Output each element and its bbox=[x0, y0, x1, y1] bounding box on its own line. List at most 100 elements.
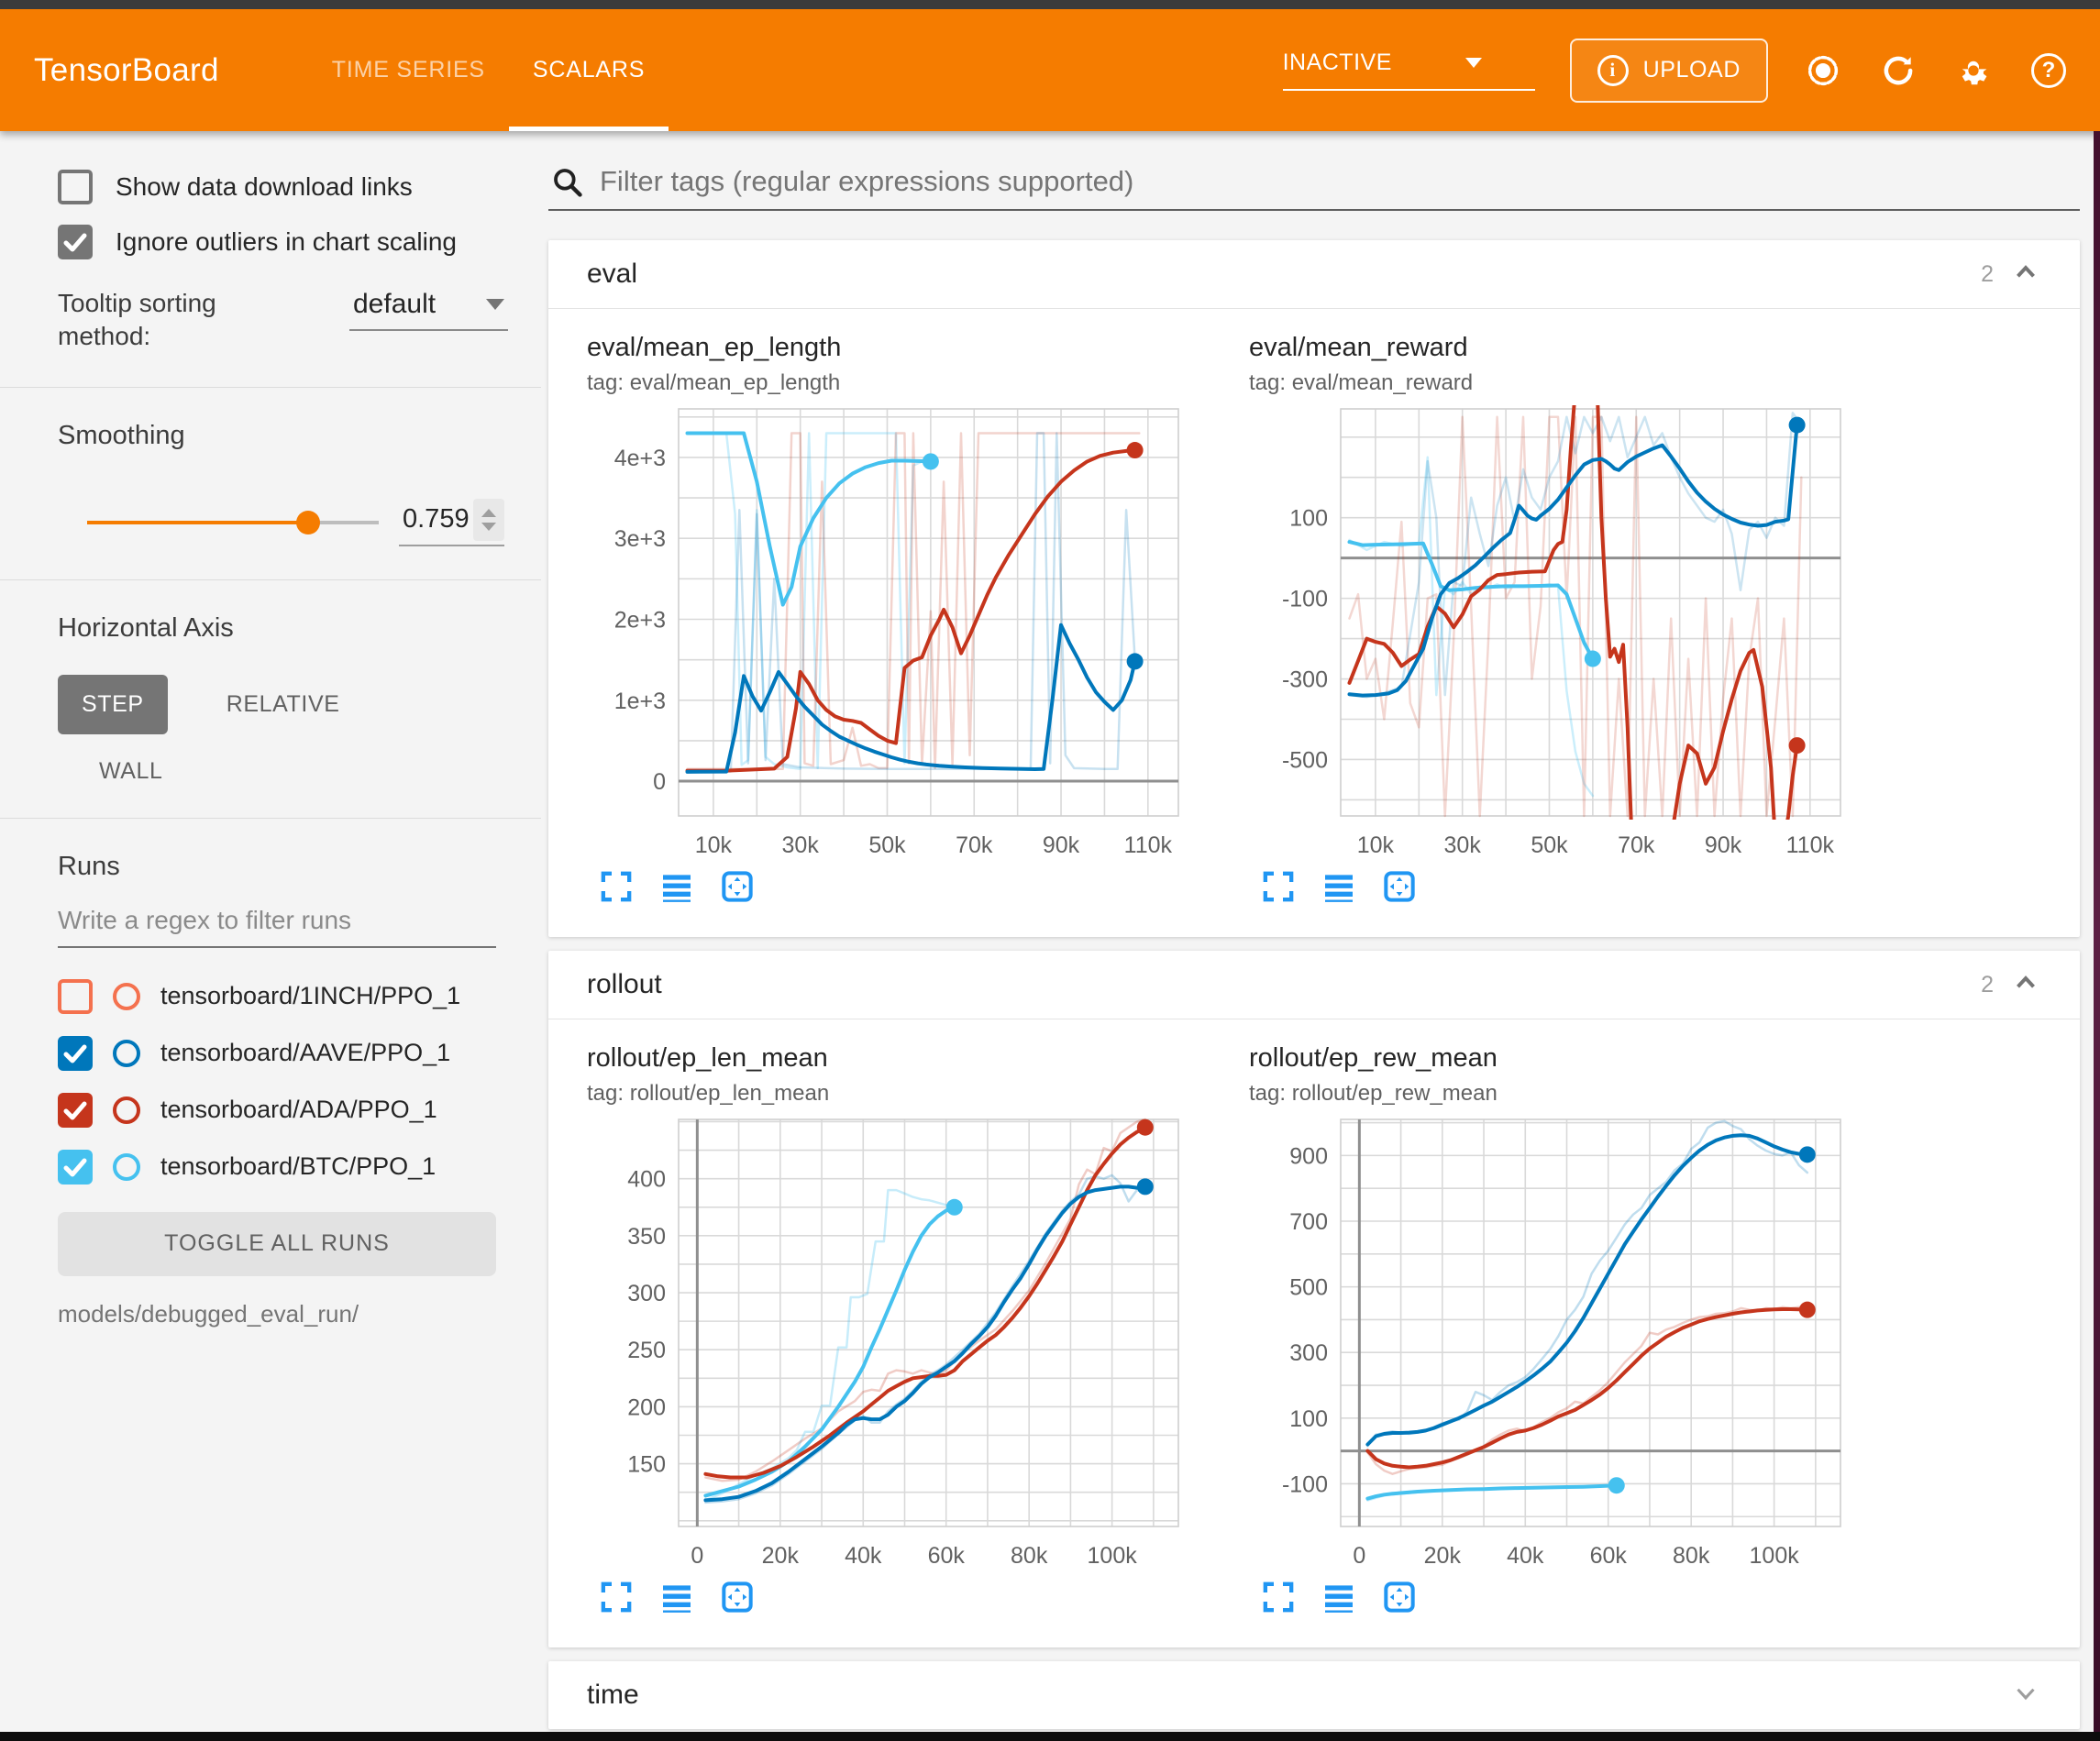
section-header-right bbox=[2010, 1678, 2041, 1713]
ignore-outliers-row[interactable]: Ignore outliers in chart scaling bbox=[58, 225, 541, 259]
smoothing-slider-thumb[interactable] bbox=[296, 511, 320, 534]
run-row[interactable]: tensorboard/AAVE/PPO_1 bbox=[58, 1036, 541, 1071]
main-content: Filter tags (regular expressions support… bbox=[541, 131, 2100, 1732]
chart-card-eval/mean_ep_length: eval/mean_ep_lengthtag: eval/mean_ep_len… bbox=[587, 333, 1192, 909]
tooltip-sorting-row: Tooltip sorting method: default bbox=[58, 287, 541, 354]
ignore-outliers-checkbox[interactable] bbox=[58, 225, 93, 259]
run-checkbox[interactable] bbox=[58, 1036, 93, 1071]
chevron-down-icon[interactable] bbox=[2010, 1678, 2041, 1713]
chart-title: eval/mean_ep_length bbox=[587, 333, 1192, 363]
chevron-up-icon[interactable] bbox=[2010, 257, 2041, 292]
chart-toolbar bbox=[1260, 868, 1854, 909]
y-tick-label: 500 bbox=[1289, 1275, 1328, 1301]
window-bottom-strip bbox=[0, 1732, 2100, 1741]
fit-domain-icon[interactable] bbox=[719, 1579, 756, 1620]
series-endpoint-ada bbox=[1127, 442, 1144, 458]
status-dropdown[interactable]: INACTIVE bbox=[1283, 50, 1535, 91]
chart-plot[interactable]: 10k30k50k70k90k110k01e+32e+33e+34e+3 bbox=[587, 402, 1192, 860]
run-label: tensorboard/1INCH/PPO_1 bbox=[160, 982, 460, 1010]
smoothing-value-box[interactable]: 0.759 bbox=[399, 499, 504, 546]
section-rollout: rollout2rollout/ep_len_meantag: rollout/… bbox=[548, 951, 2080, 1647]
y-tick-label: 3e+3 bbox=[614, 526, 666, 552]
run-row[interactable]: tensorboard/BTC/PPO_1 bbox=[58, 1150, 541, 1185]
y-tick-label: -100 bbox=[1282, 1471, 1328, 1497]
expand-chart-icon[interactable] bbox=[598, 868, 635, 909]
x-tick-label: 20k bbox=[762, 1543, 800, 1569]
series-aave-raw bbox=[705, 1175, 1144, 1503]
run-checkbox[interactable] bbox=[58, 979, 93, 1014]
axis-relative-button[interactable]: RELATIVE bbox=[203, 675, 364, 734]
chart-plot-area[interactable]: 020k40k60k80k100k150200250300350400 bbox=[587, 1112, 1192, 1575]
smoothing-slider[interactable] bbox=[87, 521, 379, 524]
filter-tags-placeholder: Filter tags (regular expressions support… bbox=[600, 165, 1133, 200]
x-tick-label: 110k bbox=[1786, 832, 1835, 858]
brightness-icon[interactable] bbox=[1803, 50, 1843, 91]
chart-card-eval/mean_reward: eval/mean_rewardtag: eval/mean_reward10k… bbox=[1249, 333, 1854, 909]
chart-tag: tag: eval/mean_reward bbox=[1249, 370, 1854, 396]
chart-plot-area[interactable]: 020k40k60k80k100k-100100300500700900 bbox=[1249, 1112, 1854, 1575]
data-table-icon[interactable] bbox=[658, 1579, 695, 1620]
divider bbox=[0, 579, 541, 580]
section-header-time[interactable]: time bbox=[548, 1661, 2080, 1729]
run-row[interactable]: tensorboard/ADA/PPO_1 bbox=[58, 1093, 541, 1128]
runs-filter-input[interactable]: Write a regex to filter runs bbox=[58, 906, 496, 948]
chevron-down-icon bbox=[486, 299, 504, 310]
y-tick-label: 900 bbox=[1289, 1143, 1328, 1169]
series-ada-raw bbox=[705, 1119, 1144, 1481]
app-title: TensorBoard bbox=[34, 52, 219, 89]
section-header-rollout[interactable]: rollout2 bbox=[548, 951, 2080, 1019]
chart-tag: tag: rollout/ep_rew_mean bbox=[1249, 1081, 1854, 1107]
toggle-all-runs-button[interactable]: TOGGLE ALL RUNS bbox=[58, 1212, 496, 1276]
axis-wall-button[interactable]: WALL bbox=[99, 758, 182, 785]
stepper-up-icon[interactable] bbox=[481, 509, 496, 517]
chevron-up-icon[interactable] bbox=[2010, 967, 2041, 1003]
x-tick-label: 100k bbox=[1088, 1543, 1138, 1569]
smoothing-stepper[interactable] bbox=[473, 499, 504, 541]
upload-button[interactable]: i UPLOAD bbox=[1570, 39, 1768, 103]
chart-plot[interactable]: 020k40k60k80k100k150200250300350400 bbox=[587, 1112, 1192, 1570]
fit-domain-icon[interactable] bbox=[1381, 868, 1418, 909]
chart-plot[interactable]: 10k30k50k70k90k110k100-100-300-500 bbox=[1249, 402, 1854, 860]
run-checkbox[interactable] bbox=[58, 1150, 93, 1185]
x-tick-label: 20k bbox=[1424, 1543, 1462, 1569]
show-download-links-checkbox[interactable] bbox=[58, 170, 93, 204]
tab-time-series[interactable]: TIME SERIES bbox=[308, 9, 509, 131]
refresh-icon[interactable] bbox=[1878, 50, 1918, 91]
chart-plot-area[interactable]: 10k30k50k70k90k110k01e+32e+33e+34e+3 bbox=[587, 402, 1192, 865]
fit-domain-icon[interactable] bbox=[1381, 1579, 1418, 1620]
tensorboard-app: TensorBoard TIME SERIES SCALARS INACTIVE… bbox=[0, 0, 2100, 1741]
x-tick-label: 10k bbox=[695, 832, 733, 858]
tab-scalars[interactable]: SCALARS bbox=[509, 9, 669, 131]
help-icon[interactable]: ? bbox=[2028, 50, 2069, 91]
series-endpoint-ada bbox=[1789, 737, 1806, 754]
show-download-links-row[interactable]: Show data download links bbox=[58, 170, 541, 204]
expand-chart-icon[interactable] bbox=[598, 1579, 635, 1620]
series-endpoint-btc bbox=[923, 453, 939, 469]
fit-domain-icon[interactable] bbox=[719, 868, 756, 909]
chevron-down-icon bbox=[1465, 58, 1482, 68]
section-body-rollout: rollout/ep_len_meantag: rollout/ep_len_m… bbox=[548, 1019, 2080, 1647]
data-table-icon[interactable] bbox=[1321, 1579, 1357, 1620]
show-download-links-label: Show data download links bbox=[116, 172, 413, 202]
data-table-icon[interactable] bbox=[1321, 868, 1357, 909]
filter-tags-bar[interactable]: Filter tags (regular expressions support… bbox=[548, 165, 2080, 211]
run-checkbox[interactable] bbox=[58, 1093, 93, 1128]
series-endpoint-btc bbox=[946, 1199, 963, 1216]
tooltip-sorting-dropdown[interactable]: default bbox=[349, 287, 508, 331]
data-table-icon[interactable] bbox=[658, 868, 695, 909]
x-tick-label: 30k bbox=[782, 832, 820, 858]
gear-icon[interactable] bbox=[1953, 50, 1994, 91]
x-tick-label: 90k bbox=[1705, 832, 1742, 858]
header-right: INACTIVE i UPLOAD ? bbox=[1283, 9, 2100, 131]
expand-chart-icon[interactable] bbox=[1260, 868, 1297, 909]
axis-step-button[interactable]: STEP bbox=[58, 675, 168, 734]
chart-toolbar bbox=[598, 868, 1192, 909]
chart-plot[interactable]: 020k40k60k80k100k-100100300500700900 bbox=[1249, 1112, 1854, 1570]
smoothing-row: 0.759 bbox=[58, 499, 541, 546]
section-title: rollout bbox=[587, 969, 662, 1000]
section-header-eval[interactable]: eval2 bbox=[548, 240, 2080, 308]
stepper-down-icon[interactable] bbox=[481, 523, 496, 531]
expand-chart-icon[interactable] bbox=[1260, 1579, 1297, 1620]
run-row[interactable]: tensorboard/1INCH/PPO_1 bbox=[58, 979, 541, 1014]
chart-plot-area[interactable]: 10k30k50k70k90k110k100-100-300-500 bbox=[1249, 402, 1854, 865]
